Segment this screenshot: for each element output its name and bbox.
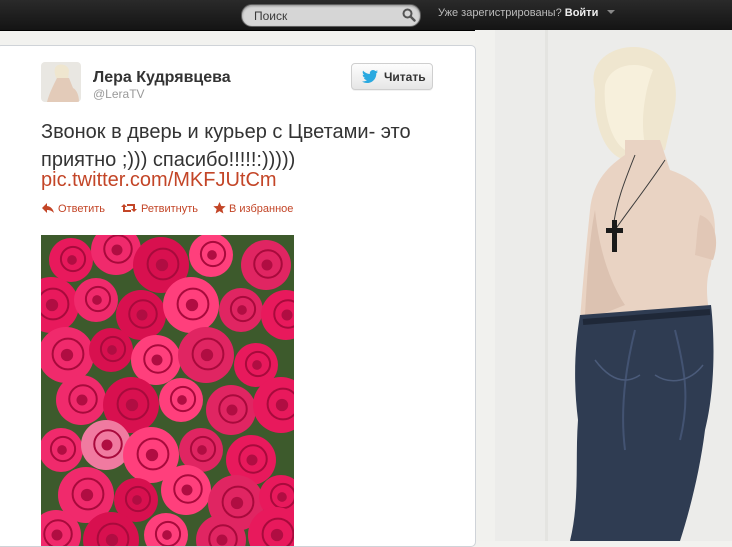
retweet-icon [121,204,137,212]
reply-label: Ответить [58,203,106,215]
user-handle[interactable]: @LeraTV [93,87,145,101]
user-name[interactable]: Лера Кудрявцева [93,69,231,87]
favorite-label: В избранное [229,203,294,215]
tweet-photo[interactable] [41,235,294,546]
tweet-card: Лера Кудрявцева @LeraTV Читать Звонок в … [0,45,476,547]
search-input[interactable] [252,7,396,25]
tweet-media-link[interactable]: pic.twitter.com/MKFJUtCm [41,166,277,194]
twitter-bird-icon [362,70,378,83]
profile-background-image [475,30,732,541]
retweet-label: Ретвитнуть [141,203,199,215]
follow-button[interactable]: Читать [351,63,433,90]
login-link[interactable]: Войти [565,7,599,19]
top-bar: Уже зарегистрированы? Войти [0,0,732,31]
login-bar: Уже зарегистрированы? Войти [438,7,616,19]
search-box[interactable] [241,4,421,27]
login-prompt: Уже зарегистрированы? [438,7,562,19]
avatar[interactable] [41,62,81,102]
caret-down-icon[interactable] [607,10,616,14]
search-icon[interactable] [402,8,416,22]
star-icon [213,202,226,214]
follow-label: Читать [384,70,426,84]
reply-icon [42,203,54,213]
